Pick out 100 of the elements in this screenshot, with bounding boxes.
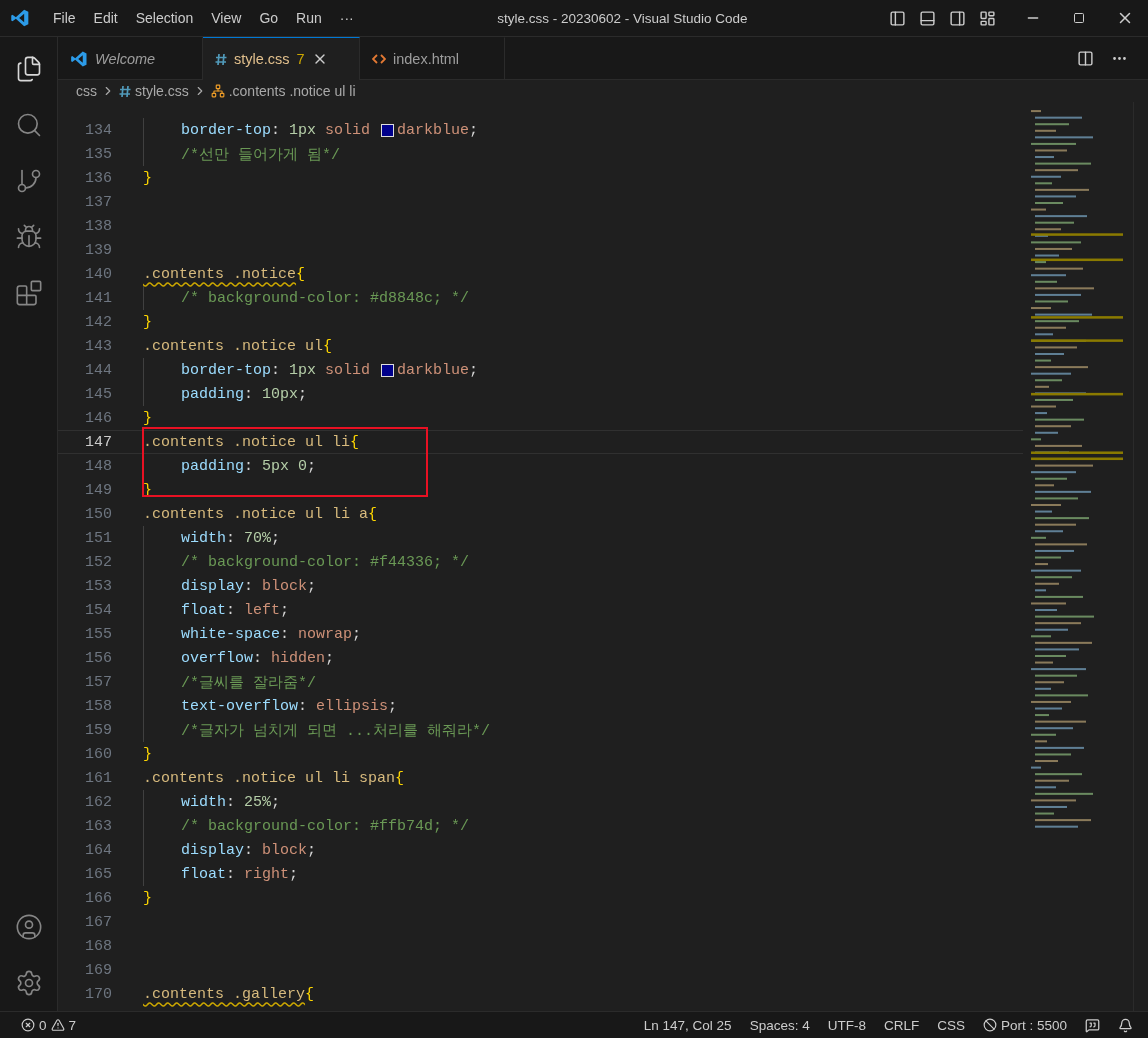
code-line: display: block; <box>143 838 317 862</box>
menu-item[interactable]: Go <box>250 10 288 26</box>
line-number: 169 <box>84 961 112 979</box>
line-number: 158 <box>84 697 112 715</box>
code-line: float: right; <box>143 862 299 886</box>
status-item[interactable]: UTF-8 <box>820 1017 873 1033</box>
line-number: 138 <box>84 217 112 235</box>
line-number: 153 <box>84 577 112 595</box>
code-line: } <box>143 168 152 189</box>
line-number: 161 <box>84 769 112 787</box>
status-item[interactable]: Ln 147, Col 25 <box>636 1017 739 1033</box>
line-number: 140 <box>84 265 112 283</box>
breadcrumb-item[interactable]: .contents .notice ul li <box>228 83 356 99</box>
line-number: 143 <box>84 337 112 355</box>
hash-icon <box>215 52 227 66</box>
more-menu[interactable]: ··· <box>330 10 363 26</box>
code-line: border-top: 1px solid darkblue; <box>143 358 479 382</box>
line-number: 167 <box>84 913 112 931</box>
line-number: 170 <box>84 985 112 1003</box>
code-line: text-overflow: ellipsis; <box>143 694 398 718</box>
status-item[interactable]: CRLF <box>876 1017 927 1033</box>
line-number: 154 <box>84 601 112 619</box>
code-line: float: left; <box>143 598 290 622</box>
line-number: 137 <box>84 193 112 211</box>
line-number: 144 <box>84 361 112 379</box>
line-number: 164 <box>84 841 112 859</box>
line-number: 149 <box>84 481 112 499</box>
code-line: } <box>143 312 152 333</box>
menu-item[interactable]: File <box>44 10 85 26</box>
line-number: 166 <box>84 889 112 907</box>
menu-item[interactable]: Edit <box>84 10 127 26</box>
code-line: .contents .notice ul li a{ <box>143 504 378 525</box>
color-swatch[interactable] <box>381 363 395 377</box>
line-number: 134 <box>84 121 112 139</box>
line-number: 157 <box>84 673 112 691</box>
line-number: 146 <box>84 409 112 427</box>
code-line: .contents .notice ul{ <box>143 336 333 357</box>
line-number: 147 <box>84 433 112 451</box>
logo-icon <box>70 49 88 68</box>
code-line: } <box>143 408 152 429</box>
symbol-icon <box>210 84 225 98</box>
error-icon <box>21 1018 35 1032</box>
menu-item[interactable]: Run <box>287 10 331 26</box>
line-number: 135 <box>84 145 112 163</box>
code-line: } <box>143 888 152 909</box>
code-line: .contents .gallery{ <box>143 984 315 1005</box>
code-icon <box>372 52 386 65</box>
blocked-icon[interactable] <box>982 1018 997 1032</box>
warning-count: 7 <box>68 1017 77 1033</box>
code-line: border-top: 1px solid darkblue; <box>143 118 479 142</box>
line-number: 150 <box>84 505 112 523</box>
code-line: width: 70%; <box>143 526 281 550</box>
code-line: display: block; <box>143 574 317 598</box>
status-item[interactable]: Spaces: 4 <box>742 1017 817 1033</box>
line-number: 163 <box>84 817 112 835</box>
line-number: 159 <box>84 721 112 739</box>
line-number: 151 <box>84 529 112 547</box>
logo-icon <box>10 8 30 28</box>
line-number: 155 <box>84 625 112 643</box>
line-number: 141 <box>84 289 112 307</box>
code-line: .contents .notice ul li{ <box>143 432 360 453</box>
line-number: 165 <box>84 865 112 883</box>
maximize-icon[interactable] <box>1073 12 1085 24</box>
breadcrumb-item[interactable]: css <box>76 83 97 99</box>
color-swatch[interactable] <box>381 123 395 137</box>
port-status[interactable]: Port : 5500 <box>1000 1017 1067 1033</box>
line-number: 145 <box>84 385 112 403</box>
line-number: 160 <box>84 745 112 763</box>
line-number: 152 <box>84 553 112 571</box>
code-line: .contents .notice{ <box>143 264 306 285</box>
menu-item[interactable]: Selection <box>126 10 203 26</box>
editor-tab[interactable]: style.css 7 <box>203 37 360 80</box>
error-count: 0 <box>39 1017 47 1033</box>
line-number: 139 <box>84 241 112 259</box>
code-line: } <box>143 744 152 765</box>
line-number: 148 <box>84 457 112 475</box>
code-line: /*글자가 넘치게 되면 ...처리를 해줘라*/ <box>143 718 491 742</box>
line-number: 162 <box>84 793 112 811</box>
code-line: padding: 5px 0; <box>143 454 317 478</box>
line-number: 156 <box>84 649 112 667</box>
code-line: /*선만 들어가게 됨*/ <box>143 142 340 166</box>
code-line: padding: 10px; <box>143 382 308 406</box>
code-line: /* background-color: #f44336; */ <box>143 550 470 574</box>
code-line: /*글씨를 잘라줌*/ <box>143 670 316 694</box>
hash-icon <box>119 84 131 98</box>
line-number: 142 <box>84 313 112 331</box>
warning-icon <box>50 1018 65 1032</box>
code-line: /* background-color: #d8848c; */ <box>143 286 470 310</box>
code-line: width: 25%; <box>143 790 281 814</box>
menu-item[interactable]: View <box>202 10 251 26</box>
code-line: overflow: hidden; <box>143 646 335 670</box>
code-line: white-space: nowrap; <box>143 622 362 646</box>
code-line: .contents .notice ul li span{ <box>143 768 405 789</box>
status-item[interactable]: CSS <box>930 1017 972 1033</box>
problems-indicator[interactable]: 0 7 <box>14 1017 84 1033</box>
breadcrumb-item[interactable]: style.css <box>135 83 189 99</box>
window-title: style.css - 20230602 - Visual Studio Code <box>496 10 749 26</box>
code-line: /* background-color: #ffb74d; */ <box>143 814 470 838</box>
line-number: 136 <box>84 169 112 187</box>
line-number: 168 <box>84 937 112 955</box>
